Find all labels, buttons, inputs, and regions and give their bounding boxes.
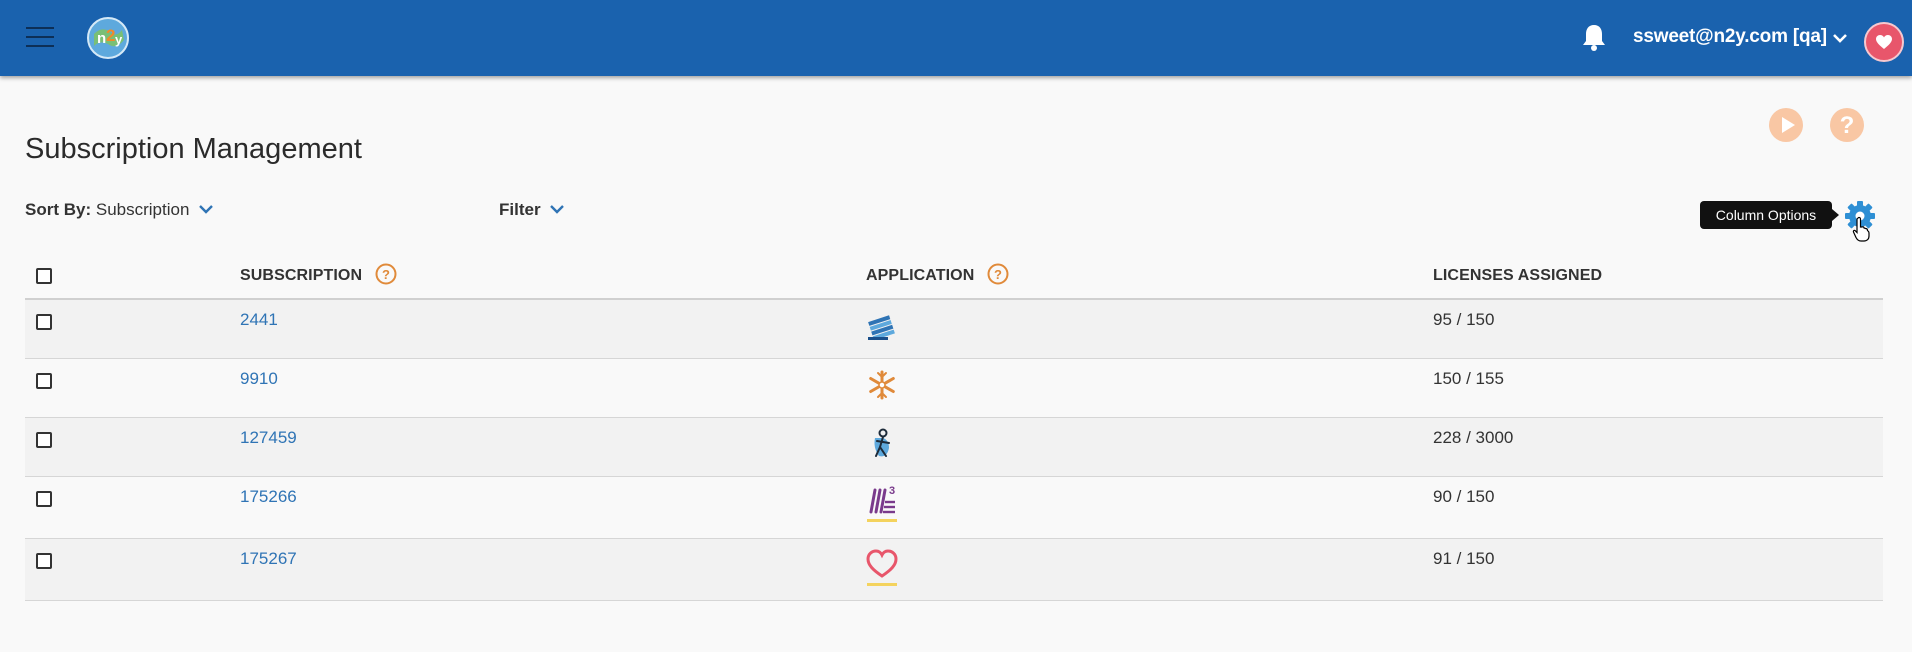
subscription-link[interactable]: 175266	[240, 487, 297, 507]
hamburger-menu-icon[interactable]	[26, 26, 54, 48]
chevron-down-icon	[550, 205, 565, 214]
column-header-subscription[interactable]: SUBSCRIPTION ?	[240, 263, 397, 285]
column-options-tooltip: Column Options	[1700, 201, 1839, 229]
table-row: 9910 150 / 155	[25, 359, 1883, 418]
row-checkbox[interactable]	[36, 432, 52, 448]
licenses-assigned-value: 91 / 150	[1433, 549, 1495, 568]
select-all-checkbox[interactable]	[36, 268, 52, 284]
sort-by-label: Sort By:	[25, 200, 92, 219]
books-icon	[868, 315, 895, 341]
filter-dropdown[interactable]: Filter	[499, 200, 565, 220]
top-app-bar: n 2 y ssweet@n2y.com [qa]	[0, 0, 1912, 76]
svg-text:n: n	[97, 30, 106, 47]
application-help-icon[interactable]: ?	[987, 263, 1009, 285]
n2y-logo[interactable]: n 2 y	[86, 16, 130, 60]
svg-text:y: y	[115, 32, 123, 47]
column-header-application[interactable]: APPLICATION ?	[866, 263, 1009, 285]
licenses-assigned-value: 95 / 150	[1433, 310, 1495, 329]
table-row: 2441 95 / 150	[25, 300, 1883, 359]
subscription-link[interactable]: 9910	[240, 369, 278, 389]
heart-icon	[866, 549, 898, 586]
licenses-assigned-value: 150 / 155	[1433, 369, 1504, 388]
page-title: Subscription Management	[25, 133, 362, 165]
chevron-down-icon[interactable]	[1832, 32, 1848, 44]
licenses-assigned-value: 228 / 3000	[1433, 428, 1514, 447]
sort-by-value: Subscription	[95, 200, 190, 219]
column-header-licenses-assigned[interactable]: LICENSES ASSIGNED	[1433, 267, 1602, 285]
sort-by-dropdown[interactable]: Sort By: Subscription	[25, 200, 214, 220]
notifications-bell-icon[interactable]	[1580, 22, 1608, 52]
subscription-help-icon[interactable]: ?	[375, 263, 397, 285]
table-row: 175267 91 / 150	[25, 539, 1883, 601]
help-question-icon[interactable]: ?	[1829, 107, 1865, 143]
heart-icon	[1876, 35, 1892, 49]
subscription-link[interactable]: 127459	[240, 428, 297, 448]
column-options-gear-icon[interactable]	[1843, 199, 1877, 233]
user-account-menu[interactable]: ssweet@n2y.com [qa]	[1633, 26, 1827, 48]
row-checkbox[interactable]	[36, 314, 52, 330]
l3-icon: 3	[867, 485, 897, 522]
subscriptions-table: SUBSCRIPTION ? APPLICATION ? LICENSES AS…	[25, 252, 1883, 601]
subscription-link[interactable]: 2441	[240, 310, 278, 330]
table-header-row: SUBSCRIPTION ? APPLICATION ? LICENSES AS…	[25, 252, 1883, 300]
row-checkbox[interactable]	[36, 373, 52, 389]
figure-icon	[874, 428, 890, 457]
licenses-assigned-value: 90 / 150	[1433, 487, 1495, 506]
table-row: 127459 228 / 3000	[25, 418, 1883, 477]
svg-text:?: ?	[382, 267, 390, 282]
table-row: 175266 3 90 / 150	[25, 477, 1883, 539]
svg-text:?: ?	[1840, 112, 1855, 139]
subscription-link[interactable]: 175267	[240, 549, 297, 569]
snowflake-icon	[869, 370, 895, 400]
row-checkbox[interactable]	[36, 553, 52, 569]
filter-label: Filter	[499, 200, 541, 219]
row-checkbox[interactable]	[36, 491, 52, 507]
play-tutorial-icon[interactable]	[1768, 107, 1804, 143]
avatar[interactable]	[1864, 22, 1904, 62]
svg-text:?: ?	[994, 267, 1002, 282]
svg-text:3: 3	[889, 485, 895, 497]
chevron-down-icon	[199, 205, 214, 214]
